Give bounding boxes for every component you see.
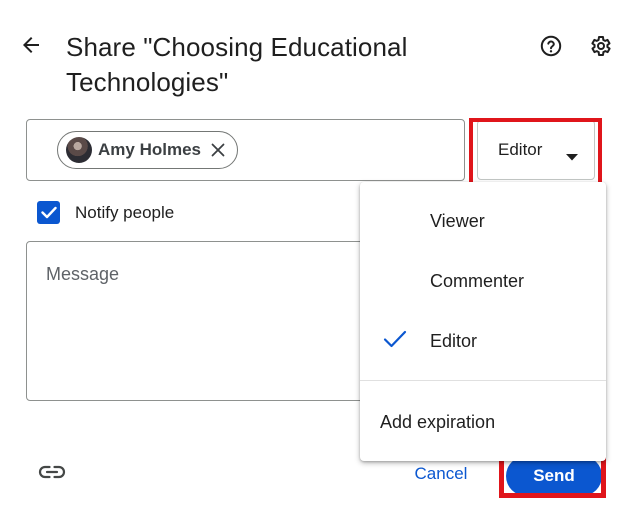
- menu-divider: [360, 380, 606, 381]
- role-menu: Viewer Commenter Editor Add expiration: [360, 182, 606, 461]
- link-icon: [38, 465, 66, 484]
- back-button[interactable]: [14, 30, 48, 64]
- avatar: [66, 137, 92, 163]
- caret-down-icon: [566, 148, 578, 166]
- role-dropdown-label: Editor: [498, 140, 543, 159]
- menu-item-commenter[interactable]: Commenter: [360, 253, 606, 309]
- copy-link-button[interactable]: [36, 460, 68, 488]
- notify-people-label: Notify people: [75, 202, 175, 222]
- add-people-field[interactable]: Amy Holmes: [26, 119, 465, 181]
- role-dropdown-button[interactable]: Editor: [477, 120, 595, 180]
- close-icon[interactable]: [207, 139, 229, 161]
- notify-people-row[interactable]: Notify people: [37, 201, 174, 224]
- menu-item-add-expiration[interactable]: Add expiration: [360, 394, 606, 450]
- dialog-title: Share "Choosing Educational Technologies…: [66, 32, 408, 97]
- settings-button[interactable]: [584, 32, 616, 64]
- person-chip[interactable]: Amy Holmes: [57, 131, 238, 169]
- person-chip-name: Amy Holmes: [98, 140, 201, 159]
- menu-item-viewer[interactable]: Viewer: [360, 193, 606, 249]
- gear-icon: [588, 34, 612, 63]
- checkmark-icon: [383, 329, 407, 354]
- cancel-button[interactable]: Cancel: [398, 458, 484, 490]
- arrow-back-icon: [19, 33, 43, 62]
- help-circle-icon: [539, 34, 563, 63]
- send-button[interactable]: Send: [506, 456, 602, 496]
- help-button[interactable]: [535, 32, 567, 64]
- notify-checkbox[interactable]: [37, 201, 60, 224]
- message-textarea[interactable]: Message: [26, 241, 386, 401]
- message-placeholder: Message: [46, 264, 120, 284]
